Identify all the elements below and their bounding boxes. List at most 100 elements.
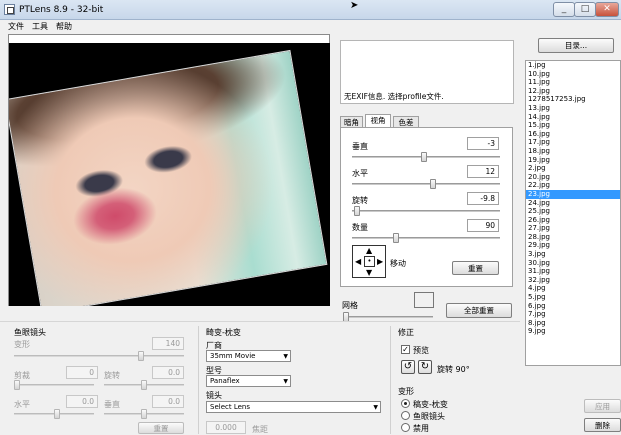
fisheye-vertical-label: 垂直 bbox=[104, 400, 120, 409]
file-list-item[interactable]: 31.jpg bbox=[526, 267, 620, 276]
file-list-item[interactable]: 12.jpg bbox=[526, 87, 620, 96]
radio-fisheye[interactable] bbox=[401, 411, 410, 420]
file-list-item[interactable]: 4.jpg bbox=[526, 284, 620, 293]
file-list-item[interactable]: 11.jpg bbox=[526, 78, 620, 87]
radio-disabled-label: 禁用 bbox=[413, 424, 429, 433]
fisheye-horizontal-label: 水平 bbox=[14, 400, 30, 409]
rotate-slider-thumb[interactable] bbox=[354, 206, 360, 216]
file-list-item[interactable]: 20.jpg bbox=[526, 173, 620, 182]
move-pad[interactable]: ▲ ▼ ◀ ▶ • bbox=[352, 245, 386, 278]
file-list-item[interactable]: 27.jpg bbox=[526, 224, 620, 233]
arrow-down-icon[interactable]: ▼ bbox=[366, 269, 372, 277]
fisheye-rotate-value[interactable]: 0.0 bbox=[152, 366, 184, 379]
tab-perspective[interactable]: 视角 bbox=[365, 114, 391, 128]
focal-length-input[interactable]: 0.000 bbox=[206, 421, 246, 434]
fisheye-distortion-value[interactable]: 140 bbox=[152, 337, 184, 350]
file-list-item[interactable]: 25.jpg bbox=[526, 207, 620, 216]
rotate-right-icon[interactable]: ↻ bbox=[418, 360, 432, 374]
reset-all-button[interactable]: 全部重置 bbox=[446, 303, 512, 318]
fisheye-distortion-label: 变形 bbox=[14, 340, 30, 349]
file-list-item[interactable]: 14.jpg bbox=[526, 113, 620, 122]
image-preview[interactable] bbox=[9, 43, 330, 306]
window-title: PTLens 8.9 - 32-bit bbox=[19, 5, 104, 15]
focal-length-label: 焦距 bbox=[252, 425, 268, 434]
file-list-item[interactable]: 15.jpg bbox=[526, 121, 620, 130]
scale-label: 数量 bbox=[352, 223, 368, 232]
file-list-item[interactable]: 13.jpg bbox=[526, 104, 620, 113]
lens-group-title: 畸变-枕变 bbox=[206, 328, 241, 337]
close-icon[interactable]: ✕ bbox=[595, 2, 619, 17]
center-icon[interactable]: • bbox=[364, 256, 375, 267]
file-list-item[interactable]: 6.jpg bbox=[526, 302, 620, 311]
menu-tools[interactable]: 工具 bbox=[32, 21, 48, 32]
fisheye-vertical-value[interactable]: 0.0 bbox=[152, 395, 184, 408]
manufacturer-select[interactable]: 35mm Movie bbox=[206, 350, 291, 362]
file-list-item[interactable]: 5.jpg bbox=[526, 293, 620, 302]
rotate-left-icon[interactable]: ↺ bbox=[401, 360, 415, 374]
menu-help[interactable]: 帮助 bbox=[56, 21, 72, 32]
radio-barrel-pincushion-label: 稿变-枕变 bbox=[413, 400, 448, 409]
horizontal-value[interactable]: 12 bbox=[467, 165, 499, 178]
file-list-item[interactable]: 18.jpg bbox=[526, 147, 620, 156]
grid-color-swatch[interactable] bbox=[414, 292, 434, 308]
file-list-item[interactable]: 22.jpg bbox=[526, 181, 620, 190]
maximize-icon[interactable]: □ bbox=[574, 2, 596, 17]
apply-button[interactable]: 应用 bbox=[584, 399, 621, 413]
file-list-item[interactable]: 7.jpg bbox=[526, 310, 620, 319]
arrow-left-icon[interactable]: ◀ bbox=[355, 258, 361, 266]
file-list-item[interactable]: 23.jpg bbox=[526, 189, 620, 199]
delete-button[interactable]: 删除 bbox=[584, 418, 621, 432]
file-list-item[interactable]: 3.jpg bbox=[526, 250, 620, 259]
rotate-value[interactable]: -9.8 bbox=[467, 192, 499, 205]
vertical-slider-thumb[interactable] bbox=[421, 152, 427, 162]
file-list-item[interactable]: 29.jpg bbox=[526, 241, 620, 250]
fisheye-crop-slider-track bbox=[14, 384, 94, 386]
file-list-item[interactable]: 26.jpg bbox=[526, 216, 620, 225]
file-list-item[interactable]: 28.jpg bbox=[526, 233, 620, 242]
file-list-item[interactable]: 16.jpg bbox=[526, 130, 620, 139]
file-list-item[interactable]: 10.jpg bbox=[526, 70, 620, 79]
radio-disabled[interactable] bbox=[401, 423, 410, 432]
perspective-reset-button[interactable]: 重置 bbox=[452, 261, 499, 275]
lens-label: 镜头 bbox=[206, 391, 222, 400]
fisheye-crop-value[interactable]: 0 bbox=[66, 366, 98, 379]
mouse-cursor-icon: ➤ bbox=[350, 0, 359, 11]
file-list-item[interactable]: 1.jpg bbox=[526, 61, 620, 70]
scale-value[interactable]: 90 bbox=[467, 219, 499, 232]
file-list[interactable]: 1.jpg 10.jpg 11.jpg 12.jpg 1278517253.jpg 13.… bbox=[525, 60, 621, 366]
arrow-right-icon[interactable]: ▶ bbox=[377, 258, 383, 266]
rotate-slider-track bbox=[352, 210, 500, 212]
rotate90-label: 旋转 90° bbox=[437, 365, 470, 374]
scale-slider-thumb[interactable] bbox=[393, 233, 399, 243]
arrow-up-icon[interactable]: ▲ bbox=[366, 247, 372, 255]
file-list-item[interactable]: 1278517253.jpg bbox=[526, 95, 620, 104]
file-list-item[interactable]: 24.jpg bbox=[526, 199, 620, 208]
fisheye-reset-button[interactable]: 重置 bbox=[138, 422, 184, 434]
fisheye-vertical-slider-thumb[interactable] bbox=[141, 409, 147, 419]
horizontal-slider-thumb[interactable] bbox=[430, 179, 436, 189]
file-list-item[interactable]: 32.jpg bbox=[526, 276, 620, 285]
radio-fisheye-label: 鱼眼镜头 bbox=[413, 412, 445, 421]
model-select[interactable]: Panaflex bbox=[206, 375, 291, 387]
vertical-value[interactable]: -3 bbox=[467, 137, 499, 150]
file-list-item[interactable]: 19.jpg bbox=[526, 156, 620, 165]
file-list-item[interactable]: 9.jpg bbox=[526, 327, 620, 336]
radio-barrel-pincushion[interactable] bbox=[401, 399, 410, 408]
fisheye-rotate-slider-thumb[interactable] bbox=[141, 380, 147, 390]
fisheye-horizontal-value[interactable]: 0.0 bbox=[66, 395, 98, 408]
directory-button[interactable]: 目录... bbox=[538, 38, 614, 53]
menu-file[interactable]: 文件 bbox=[8, 21, 24, 32]
app-icon bbox=[4, 4, 15, 15]
minimize-icon[interactable]: _ bbox=[553, 2, 575, 17]
lens-select[interactable]: Select Lens bbox=[206, 401, 381, 413]
fisheye-horizontal-slider-thumb[interactable] bbox=[54, 409, 60, 419]
file-list-item[interactable]: 2.jpg bbox=[526, 164, 620, 173]
fisheye-distortion-slider-thumb[interactable] bbox=[138, 351, 144, 361]
exif-message: 无EXIF信息. 选择profile文件. bbox=[344, 92, 444, 101]
file-list-item[interactable]: 17.jpg bbox=[526, 138, 620, 147]
fisheye-crop-slider-thumb[interactable] bbox=[14, 380, 20, 390]
file-list-item[interactable]: 30.jpg bbox=[526, 259, 620, 268]
vertical-label: 垂直 bbox=[352, 142, 368, 151]
file-list-item[interactable]: 8.jpg bbox=[526, 319, 620, 328]
preview-checkbox[interactable]: ✓ bbox=[401, 345, 410, 354]
